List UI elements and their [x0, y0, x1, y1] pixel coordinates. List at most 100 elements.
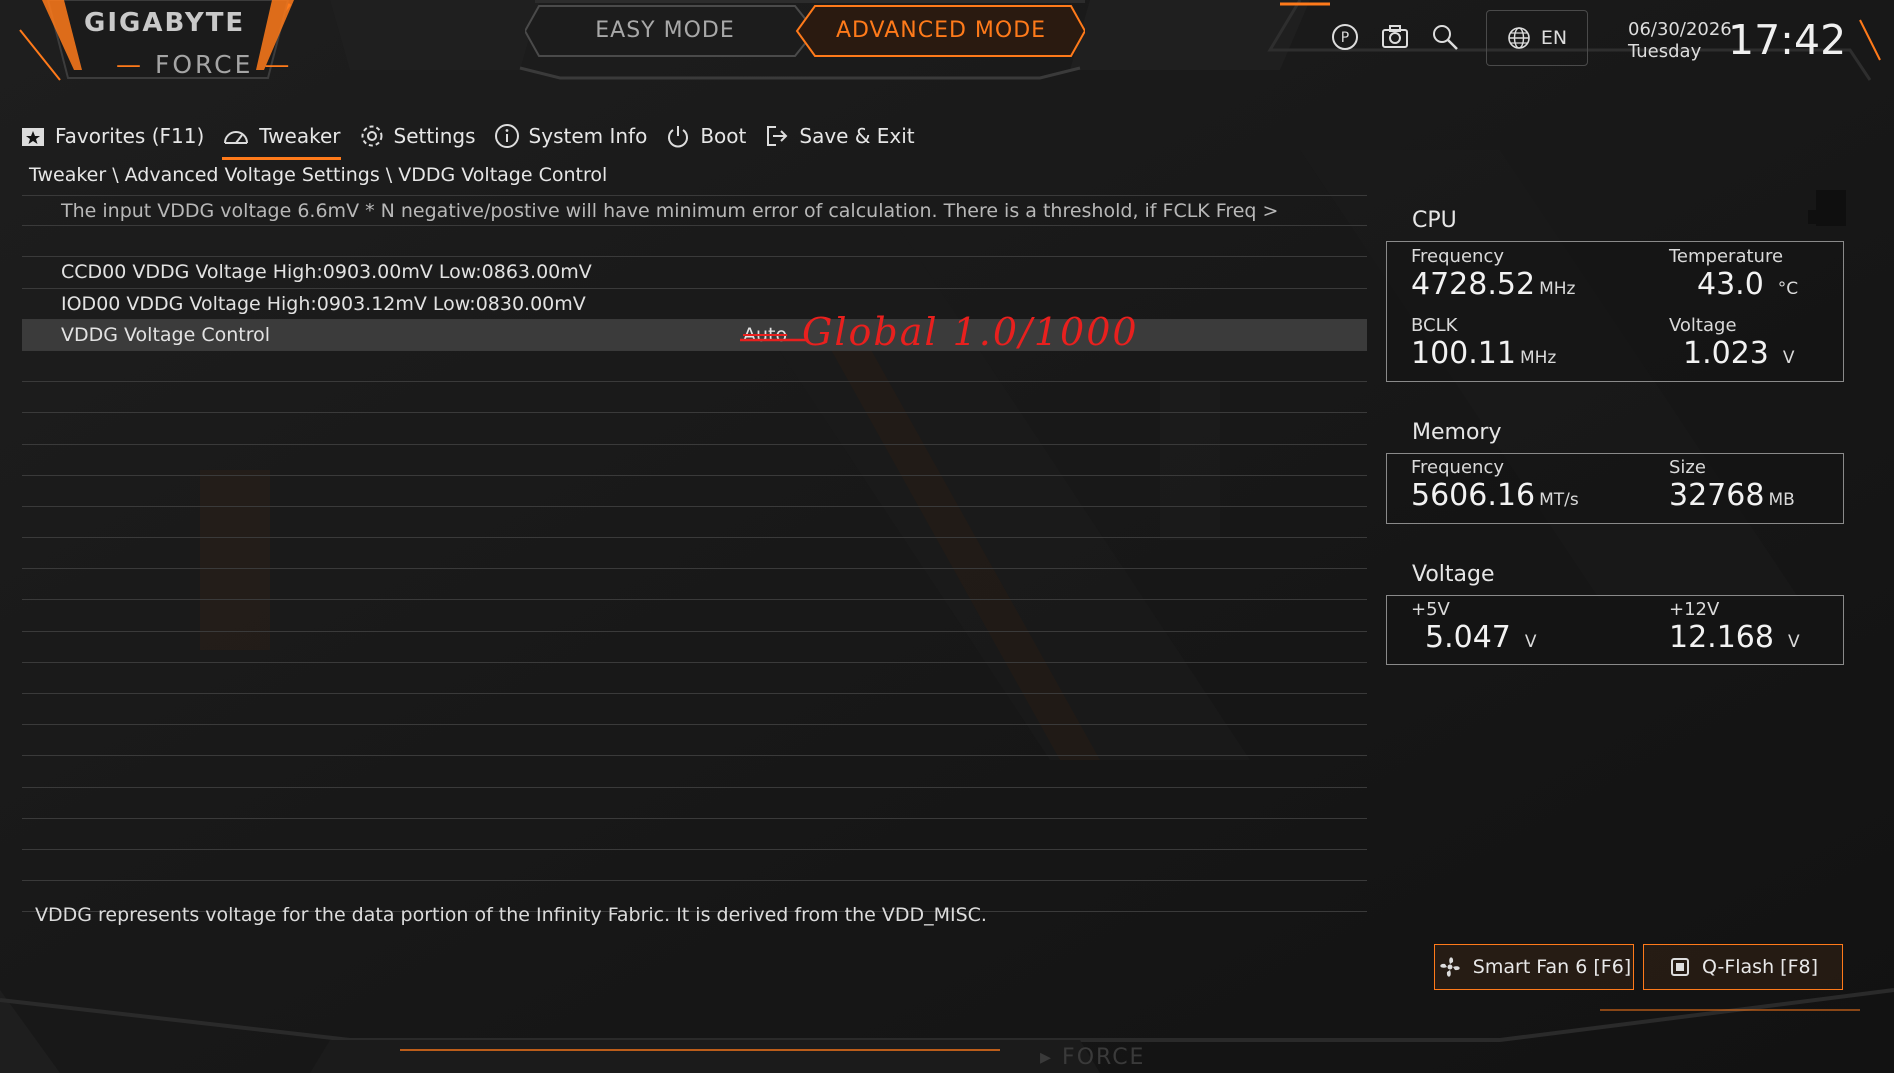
- brand-sub: — FORCE —: [116, 50, 293, 79]
- voltage-panel: +5V 5.047 V +12V 12.168 V: [1386, 595, 1844, 665]
- list-item: [22, 632, 1367, 663]
- memory-title: Memory: [1412, 420, 1502, 445]
- tab-save-exit[interactable]: Save & Exit: [764, 118, 915, 154]
- memory-frequency-value: 5606.16: [1411, 478, 1536, 513]
- voltage-title: Voltage: [1412, 562, 1495, 587]
- smart-fan-label: Smart Fan 6 [F6]: [1472, 956, 1632, 978]
- tab-label: System Info: [528, 124, 648, 148]
- cpu-frequency-label: Frequency: [1411, 246, 1504, 267]
- cpu-temperature-value: 43.0: [1697, 267, 1764, 302]
- memory-frequency-label: Frequency: [1411, 457, 1504, 478]
- language-label: EN: [1540, 27, 1568, 49]
- list-item: [22, 788, 1367, 819]
- voltage-12v-unit: V: [1787, 632, 1800, 652]
- memory-frequency-unit: MT/s: [1539, 490, 1579, 510]
- iod00-vddg-row: IOD00 VDDG Voltage High:0903.12mV Low:08…: [22, 289, 1367, 320]
- tab-label: Boot: [700, 124, 747, 148]
- advanced-mode-tab[interactable]: ADVANCED MODE: [810, 8, 1072, 52]
- gigabyte-logo: GIGABYTE — FORCE —: [38, 0, 298, 82]
- date-text: 06/30/2026: [1628, 19, 1732, 40]
- tab-label: Settings: [393, 124, 476, 148]
- svg-text:▸ FORCE: ▸ FORCE: [1040, 1045, 1145, 1070]
- smart-fan-button[interactable]: Smart Fan 6 [F6]: [1434, 944, 1634, 990]
- brand-name: GIGABYTE: [84, 8, 246, 38]
- ccd00-vddg-row: CCD00 VDDG Voltage High:0903.00mV Low:08…: [22, 257, 1367, 289]
- cpu-frequency: Frequency 4728.52 MHz: [1411, 246, 1575, 302]
- brand-sub-text: FORCE: [154, 50, 254, 79]
- easy-mode-tab[interactable]: EASY MODE: [534, 8, 796, 52]
- cpu-voltage: Voltage 1.023 V: [1669, 315, 1795, 371]
- vddg-voltage-control-label: VDDG Voltage Control: [61, 323, 271, 346]
- list-item: [22, 226, 1367, 258]
- memory-panel: Frequency 5606.16 MT/s Size 32768 MB: [1386, 453, 1844, 524]
- tab-label: Tweaker: [259, 124, 341, 148]
- svg-text:P: P: [1341, 30, 1349, 46]
- list-item: [22, 382, 1367, 414]
- cpu-temperature-unit: °C: [1777, 279, 1799, 299]
- cpu-voltage-value: 1.023: [1683, 336, 1769, 371]
- vddg-voltage-control-row[interactable]: VDDG Voltage Control Auto: [22, 319, 1367, 351]
- help-icon[interactable]: P: [1328, 20, 1362, 54]
- annotation-strike-line: [740, 338, 806, 342]
- tab-system-info[interactable]: System Info: [494, 118, 648, 154]
- voltage-5v-unit: V: [1524, 632, 1537, 652]
- tab-label: Save & Exit: [799, 124, 915, 148]
- list-item: [22, 445, 1367, 476]
- power-icon: [668, 126, 689, 148]
- tab-favorites[interactable]: Favorites (F11): [20, 118, 204, 154]
- memory-frequency: Frequency 5606.16 MT/s: [1411, 457, 1579, 513]
- star-icon: [22, 128, 44, 146]
- search-icon[interactable]: [1428, 20, 1462, 54]
- cpu-temperature: Temperature 43.0 °C: [1669, 246, 1798, 302]
- voltage-12v: +12V 12.168 V: [1669, 599, 1800, 655]
- main-nav: Favorites (F11) Tweaker Settings System …: [20, 118, 915, 160]
- list-item: [22, 600, 1367, 632]
- list-item: [22, 725, 1367, 757]
- list-item: [22, 663, 1367, 694]
- list-item: [22, 507, 1367, 539]
- tab-tweaker[interactable]: Tweaker: [222, 118, 341, 160]
- voltage-5v-value: 5.047: [1425, 620, 1511, 655]
- cpu-voltage-label: Voltage: [1669, 315, 1737, 336]
- list-item: [22, 819, 1367, 850]
- cpu-bclk-label: BCLK: [1411, 315, 1458, 336]
- cpu-temperature-label: Temperature: [1669, 246, 1784, 267]
- qflash-button[interactable]: Q-Flash [F8]: [1643, 944, 1843, 990]
- memory-size-unit: MB: [1768, 490, 1795, 510]
- voltage-5v-label: +5V: [1411, 599, 1450, 620]
- settings-list: The input VDDG voltage 6.6mV * N negativ…: [22, 195, 1367, 913]
- weekday-text: Tuesday: [1628, 41, 1702, 62]
- exit-icon: [767, 126, 788, 146]
- info-text: The input VDDG voltage 6.6mV * N negativ…: [61, 199, 1279, 222]
- memory-size-value: 32768: [1669, 478, 1765, 513]
- list-item: [22, 538, 1367, 570]
- list-item: [22, 756, 1367, 788]
- list-item: [22, 413, 1367, 445]
- date-display: 06/30/2026 Tuesday: [1628, 19, 1732, 63]
- cpu-panel: Frequency 4728.52 MHz Temperature 43.0 °C …: [1386, 241, 1844, 382]
- fan-icon: [1440, 957, 1460, 977]
- qflash-label: Q-Flash [F8]: [1701, 956, 1818, 978]
- cpu-frequency-value: 4728.52: [1411, 267, 1536, 302]
- voltage-12v-value: 12.168: [1669, 620, 1774, 655]
- memory-size-label: Size: [1669, 457, 1706, 478]
- voltage-5v: +5V 5.047 V: [1411, 599, 1537, 655]
- ccd00-vddg-label: CCD00 VDDG Voltage High:0903.00mV Low:08…: [61, 261, 592, 284]
- iod00-vddg-label: IOD00 VDDG Voltage High:0903.12mV Low:08…: [61, 292, 586, 315]
- list-item: [22, 476, 1367, 507]
- list-item: [22, 850, 1367, 882]
- language-selector[interactable]: EN: [1486, 10, 1588, 66]
- cpu-bclk-unit: MHz: [1519, 348, 1557, 368]
- cpu-voltage-unit: V: [1782, 348, 1795, 368]
- cpu-frequency-unit: MHz: [1539, 279, 1576, 299]
- list-item: [22, 694, 1367, 726]
- breadcrumb: Tweaker \ Advanced Voltage Settings \ VD…: [29, 164, 608, 186]
- globe-icon: [1508, 27, 1530, 49]
- tab-label: Favorites (F11): [55, 124, 205, 148]
- clock: 17:42: [1728, 16, 1847, 64]
- tab-boot[interactable]: Boot: [665, 118, 746, 154]
- camera-icon[interactable]: [1378, 20, 1412, 54]
- cpu-bclk: BCLK 100.11 MHz: [1411, 315, 1556, 371]
- tab-settings[interactable]: Settings: [359, 118, 476, 154]
- info-row: The input VDDG voltage 6.6mV * N negativ…: [22, 195, 1367, 227]
